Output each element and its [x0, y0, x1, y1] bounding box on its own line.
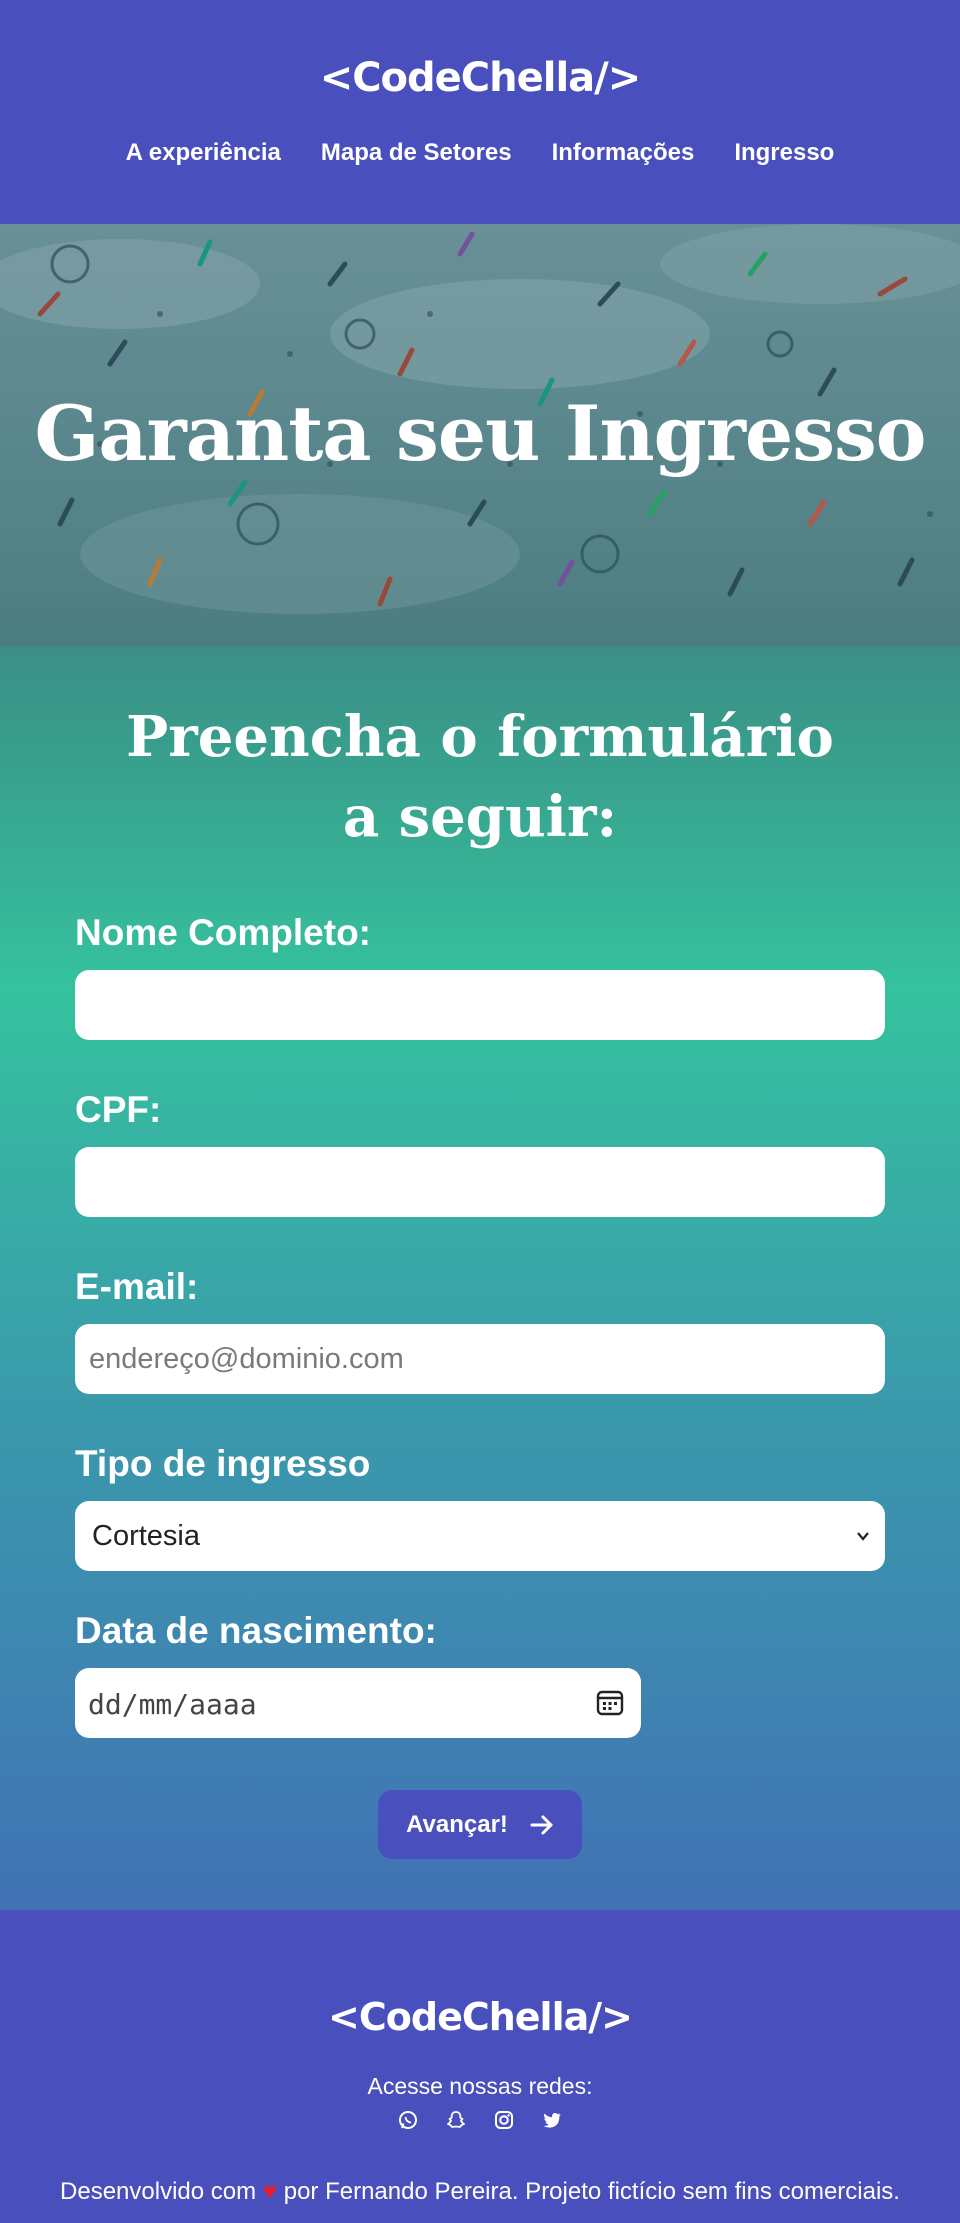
snapchat-icon[interactable] [446, 2110, 466, 2130]
heart-icon: ♥ [262, 2178, 278, 2205]
cpf-field[interactable] [75, 1147, 885, 1217]
site-header: <CodeChella/> A experiência Mapa de Seto… [0, 0, 960, 224]
birth-date-field[interactable]: dd/mm/aaaa [75, 1668, 641, 1738]
social-text: Acesse nossas redes: [367, 2073, 593, 2099]
instagram-icon[interactable] [494, 2110, 514, 2130]
calendar-icon[interactable] [596, 1688, 624, 1716]
main-nav: A experiência Mapa de Setores Informaçõe… [0, 139, 960, 167]
hero-title: Garanta seu Ingresso [34, 389, 927, 478]
birth-date-label: Data de nascimento: [75, 1610, 437, 1651]
ticket-type-value: Cortesia [92, 1520, 200, 1552]
social-links [0, 2110, 960, 2130]
name-field[interactable] [75, 970, 885, 1040]
nav-item-mapa-setores[interactable]: Mapa de Setores [321, 139, 512, 167]
ticket-type-select[interactable]: Cortesia [75, 1501, 885, 1571]
name-label: Nome Completo: [75, 912, 371, 953]
chevron-down-icon [857, 1532, 869, 1541]
email-field[interactable] [75, 1324, 885, 1394]
arrow-right-icon [530, 1815, 553, 1834]
email-label: E-mail: [75, 1266, 199, 1307]
twitter-icon[interactable] [542, 2110, 562, 2130]
birth-date-placeholder: dd/mm/aaaa [88, 1688, 257, 1721]
site-footer: <CodeChella/> Acesse nossas redes: Desen… [0, 1910, 960, 2223]
credit-text: Desenvolvido com ♥ por Fernando Pereira.… [0, 2178, 960, 2206]
nav-item-informacoes[interactable]: Informações [552, 139, 695, 167]
nav-item-experiencia[interactable]: A experiência [126, 139, 281, 167]
hero-banner: Garanta seu Ingresso [0, 224, 960, 647]
advance-button-label: Avançar! [406, 1810, 508, 1838]
advance-button[interactable]: Avançar! [378, 1790, 582, 1859]
cpf-label: CPF: [75, 1089, 162, 1130]
ticket-type-label: Tipo de ingresso [75, 1443, 371, 1484]
ticket-form: Preencha o formulário a seguir: Nome Com… [0, 647, 960, 1910]
form-title: Preencha o formulário a seguir: [126, 704, 834, 850]
whatsapp-icon[interactable] [398, 2110, 418, 2130]
credit-suffix: por Fernando Pereira. Projeto fictício s… [283, 2178, 900, 2205]
footer-codechella-logo: <CodeChella/> [328, 1995, 633, 2039]
credit-prefix: Desenvolvido com [60, 2178, 257, 2205]
codechella-logo[interactable]: <CodeChella/> [0, 55, 960, 101]
nav-item-ingresso[interactable]: Ingresso [734, 139, 834, 167]
